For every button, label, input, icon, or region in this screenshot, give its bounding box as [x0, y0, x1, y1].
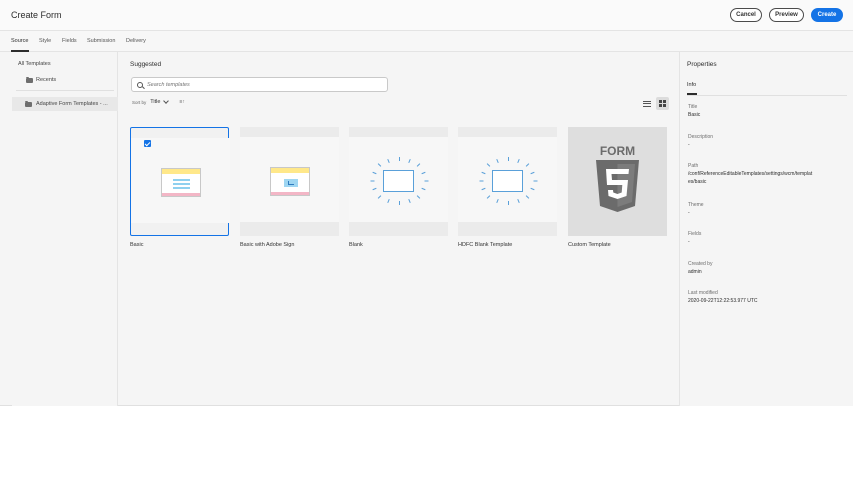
ray-mark [398, 201, 400, 205]
ray-mark [533, 180, 537, 182]
selected-checkbox[interactable] [144, 140, 151, 147]
tab-submission[interactable]: Submission [87, 38, 115, 44]
html5-form-icon: FORM [596, 144, 639, 212]
sidebar-item-adaptive-form-templates[interactable]: Adaptive Form Templates - ... [12, 97, 118, 111]
page-title: Create Form [11, 10, 62, 20]
property-value-path: /conf/ReferenceEditableTemplates/setting… [688, 171, 813, 185]
properties-panel: Properties Info Title Basic Description … [679, 52, 853, 406]
tab-info[interactable]: Info [687, 82, 696, 88]
grid-view-icon[interactable] [656, 97, 669, 110]
ray-mark [507, 201, 509, 205]
template-thumbnail: FORM [568, 127, 667, 236]
template-name: Blank [349, 242, 363, 248]
chevron-down-icon[interactable] [163, 98, 170, 104]
template-card-basic-with-adobe-sign[interactable]: Basic with Adobe Sign [240, 127, 339, 248]
ray-mark [424, 180, 428, 182]
property-label-title: Title [688, 104, 698, 110]
properties-title: Properties [687, 61, 717, 68]
section-title: Suggested [130, 61, 162, 68]
template-thumbnail [240, 127, 339, 236]
html5-badge-text: FORM [600, 144, 635, 158]
template-name: HDFC Blank Template [458, 242, 513, 248]
template-browser: Suggested Sort by Title ≡↑ [119, 52, 678, 406]
template-thumbnail [130, 127, 230, 236]
ray-mark [370, 180, 374, 182]
sort-label: Sort by [132, 99, 147, 105]
template-name: Basic [130, 242, 144, 248]
search-icon [137, 81, 143, 88]
property-label-path: Path [688, 163, 699, 169]
template-thumbnail [349, 127, 448, 236]
form-sign-thumbnail-icon [270, 167, 310, 196]
ray-mark [507, 157, 509, 161]
ray-mark [398, 157, 400, 161]
create-form-dialog: Create Form Cancel Preview Create Source… [0, 0, 853, 406]
sidebar-item-label: Adaptive Form Templates - ... [36, 101, 108, 107]
list-view-icon[interactable] [641, 98, 652, 109]
all-templates-heading[interactable]: All Templates [18, 61, 51, 67]
divider [16, 90, 114, 91]
divider [687, 95, 847, 96]
property-label-fields: Fields [688, 231, 702, 237]
search-box[interactable] [131, 77, 388, 92]
search-input[interactable] [147, 81, 377, 88]
create-button[interactable]: Create [811, 8, 843, 22]
tab-style[interactable]: Style [39, 38, 51, 44]
folder-icon [25, 100, 32, 107]
header-bar: Create Form Cancel Preview Create [0, 0, 853, 31]
property-label-created-by: Created by [688, 261, 713, 267]
property-value-title: Basic [688, 112, 701, 118]
property-label-theme: Theme [688, 202, 704, 208]
sort-order-icon[interactable]: ≡↑ [179, 99, 184, 105]
property-value-created-by: admin [688, 269, 702, 275]
sort-value[interactable]: Title [150, 99, 160, 105]
blank-frame [383, 170, 414, 192]
tab-source[interactable]: Source [11, 38, 28, 44]
preview-button[interactable]: Preview [769, 8, 804, 22]
recents-folder-icon [26, 76, 33, 83]
wizard-tabs: Source Style Fields Submission Delivery [0, 31, 853, 52]
template-folders-panel: All Templates Recents Adaptive Form Temp… [12, 52, 118, 406]
form-thumbnail-icon [161, 168, 201, 197]
template-card-hdfc-blank-template[interactable]: HDFC Blank Template [458, 127, 557, 248]
template-name: Basic with Adobe Sign [240, 242, 295, 248]
property-value-theme: - [688, 210, 690, 216]
recents-item[interactable]: Recents [26, 76, 57, 83]
recents-label: Recents [36, 77, 57, 83]
template-thumbnail [458, 127, 557, 236]
cancel-button[interactable]: Cancel [730, 8, 762, 22]
sort-control[interactable]: Sort by Title ≡↑ [132, 98, 185, 105]
blank-frame [492, 170, 523, 192]
property-label-last-modified: Last modified [688, 290, 718, 296]
property-value-description: - [688, 142, 690, 148]
template-card-custom-template[interactable]: FORM Custom Template [568, 127, 667, 248]
ray-mark [479, 180, 483, 182]
property-value-fields: - [688, 239, 690, 245]
template-card-blank[interactable]: Blank [349, 127, 448, 248]
tab-fields[interactable]: Fields [62, 38, 77, 44]
template-name: Custom Template [568, 242, 611, 248]
tab-delivery[interactable]: Delivery [126, 38, 146, 44]
template-card-basic[interactable]: Basic [130, 127, 230, 248]
property-value-last-modified: 2020-09-22T12:22:53.977 UTC [688, 298, 758, 304]
property-label-description: Description [688, 134, 714, 140]
